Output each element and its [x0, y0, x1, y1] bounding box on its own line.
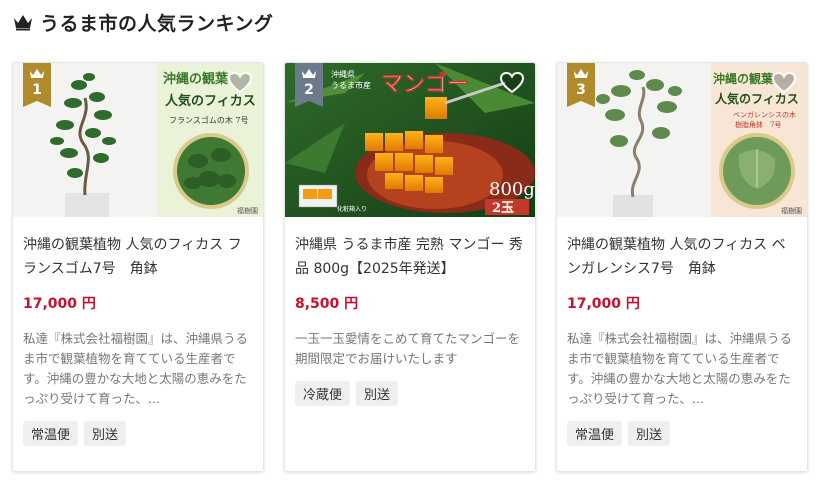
favorite-heart-icon[interactable] — [499, 71, 525, 95]
crown-icon — [14, 15, 32, 31]
svg-text:うるま市産: うるま市産 — [331, 80, 371, 90]
svg-text:沖縄の観葉: 沖縄の観葉 — [163, 71, 229, 87]
tag-shipping: 別送 — [628, 421, 671, 446]
page-title: うるま市の人気ランキング — [40, 12, 274, 35]
tag-list: 常温便 別送 — [567, 421, 671, 446]
rank-badge: 1 — [23, 63, 51, 107]
product-description: 一玉一玉愛情をこめて育てたマンゴーを期間限定でお届けいたします — [295, 331, 521, 366]
product-price: 17,000 円 — [23, 296, 96, 312]
product-card-3[interactable]: 沖縄の観葉 人気のフィカス ベンガレンシスの木 樹脂角鉢 7号 福樹園 3 沖縄… — [556, 62, 808, 472]
product-description: 私達『株式会社福樹園』は、沖縄県うるま市で観葉植物を育てている生産者です。沖縄の… — [23, 331, 249, 406]
tag-list: 常温便 別送 — [23, 421, 127, 446]
svg-text:マンゴー: マンゴー — [381, 71, 469, 97]
product-price: 8,500 円 — [295, 296, 359, 312]
product-name[interactable]: 沖縄県 うるま市産 完熟 マンゴー 秀品 800g【2025年発送】 — [295, 233, 525, 281]
svg-text:沖縄県: 沖縄県 — [331, 69, 355, 79]
svg-text:化粧箱入り: 化粧箱入り — [337, 205, 367, 213]
svg-text:人気のフィカス: 人気のフィカス — [165, 93, 256, 109]
svg-text:800g: 800g — [489, 179, 535, 200]
rank-badge: 2 — [295, 63, 323, 107]
rank-badge: 3 — [567, 63, 595, 107]
tag-shipping: 別送 — [356, 381, 399, 406]
tag-list: 冷蔵便 別送 — [295, 381, 399, 406]
product-description: 私達『株式会社福樹園』は、沖縄県うるま市で観葉植物を育てている生産者です。沖縄の… — [567, 331, 793, 406]
tag-delivery: 常温便 — [567, 421, 623, 446]
svg-text:沖縄の観葉: 沖縄の観葉 — [713, 71, 774, 86]
svg-text:福樹園: 福樹園 — [781, 206, 802, 215]
product-name[interactable]: 沖縄の観葉植物 人気のフィカス フランスゴム7号 角鉢 — [23, 233, 253, 281]
favorite-heart-icon[interactable] — [227, 71, 253, 95]
svg-text:フランスゴムの木 7号: フランスゴムの木 7号 — [169, 115, 248, 125]
favorite-heart-icon[interactable] — [771, 71, 797, 95]
ranking-header: うるま市の人気ランキング — [12, 8, 273, 36]
tag-delivery: 常温便 — [23, 421, 79, 446]
svg-text:2玉: 2玉 — [492, 201, 514, 216]
product-price: 17,000 円 — [567, 296, 640, 312]
product-card-2[interactable]: マンゴー 沖縄県 うるま市産 化粧箱入り 800g 2玉 2 沖縄県 うるま市産… — [284, 62, 536, 472]
product-card-1[interactable]: 沖縄の観葉 人気のフィカス フランスゴムの木 7号 福樹園 1 沖縄の観葉植物 … — [12, 62, 264, 472]
product-name[interactable]: 沖縄の観葉植物 人気のフィカス ベンガレンシス7号 角鉢 — [567, 233, 797, 281]
svg-text:ベンガレンシスの木: ベンガレンシスの木 — [733, 110, 796, 119]
tag-delivery: 冷蔵便 — [295, 381, 351, 406]
svg-text:福樹園: 福樹園 — [237, 206, 258, 215]
svg-text:樹脂角鉢 7号: 樹脂角鉢 7号 — [735, 120, 781, 129]
tag-shipping: 別送 — [84, 421, 127, 446]
